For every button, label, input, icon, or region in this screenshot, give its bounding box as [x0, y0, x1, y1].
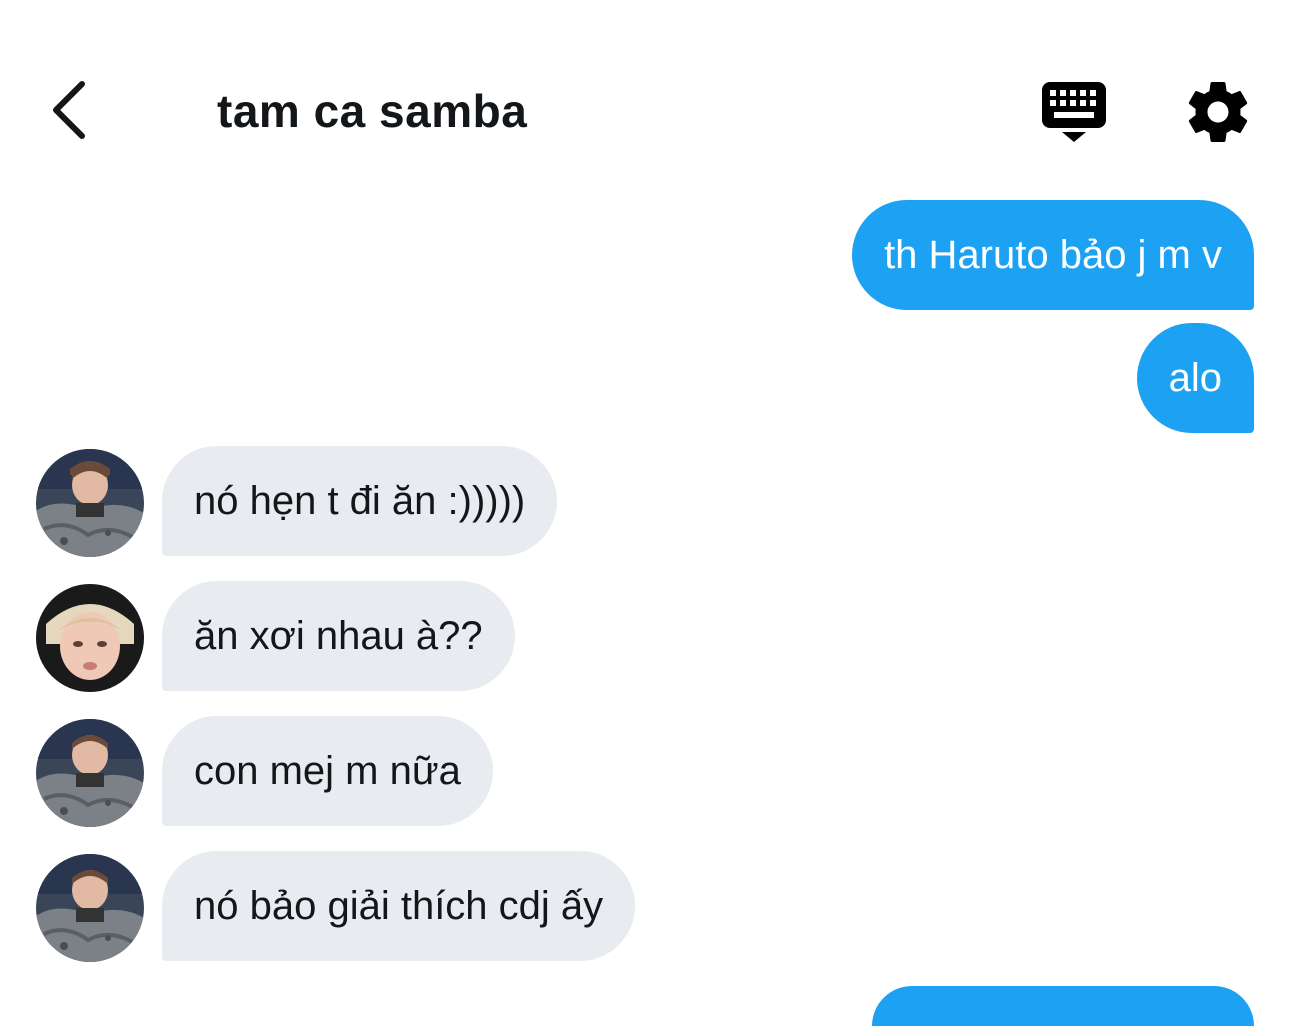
message-text: con mej m nữa: [194, 749, 461, 793]
sent-message[interactable]: th Haruto bảo j m v: [852, 200, 1254, 310]
received-message[interactable]: nó hẹn t đi ăn :))))): [162, 446, 558, 556]
received-message[interactable]: nó bảo giải thích cdj ấy: [162, 851, 636, 961]
back-button[interactable]: [38, 72, 98, 148]
message-text: nó hẹn t đi ăn :))))): [194, 479, 526, 523]
avatar[interactable]: [36, 719, 144, 827]
keyboard-toggle-button[interactable]: [1036, 76, 1112, 148]
conversation-title[interactable]: tam ca samba: [217, 84, 527, 138]
avatar[interactable]: [36, 854, 144, 962]
conversation-header: tam ca samba: [0, 0, 1290, 180]
message-text: th Haruto bảo j m v: [884, 233, 1222, 277]
message-text: nó bảo giải thích cdj ấy: [194, 884, 604, 928]
received-message[interactable]: ăn xơi nhau à??: [162, 581, 515, 691]
received-message[interactable]: con mej m nữa: [162, 716, 493, 826]
message-text: ăn xơi nhau à??: [194, 614, 483, 658]
avatar[interactable]: [36, 449, 144, 557]
avatar[interactable]: [36, 584, 144, 692]
settings-button[interactable]: [1182, 76, 1254, 148]
sent-message-partial[interactable]: [872, 986, 1254, 1026]
keyboard-icon: [1042, 82, 1106, 142]
message-text: alo: [1168, 356, 1222, 400]
chevron-left-icon: [53, 81, 85, 139]
gear-icon: [1188, 82, 1248, 142]
sent-message[interactable]: alo: [1136, 323, 1254, 433]
